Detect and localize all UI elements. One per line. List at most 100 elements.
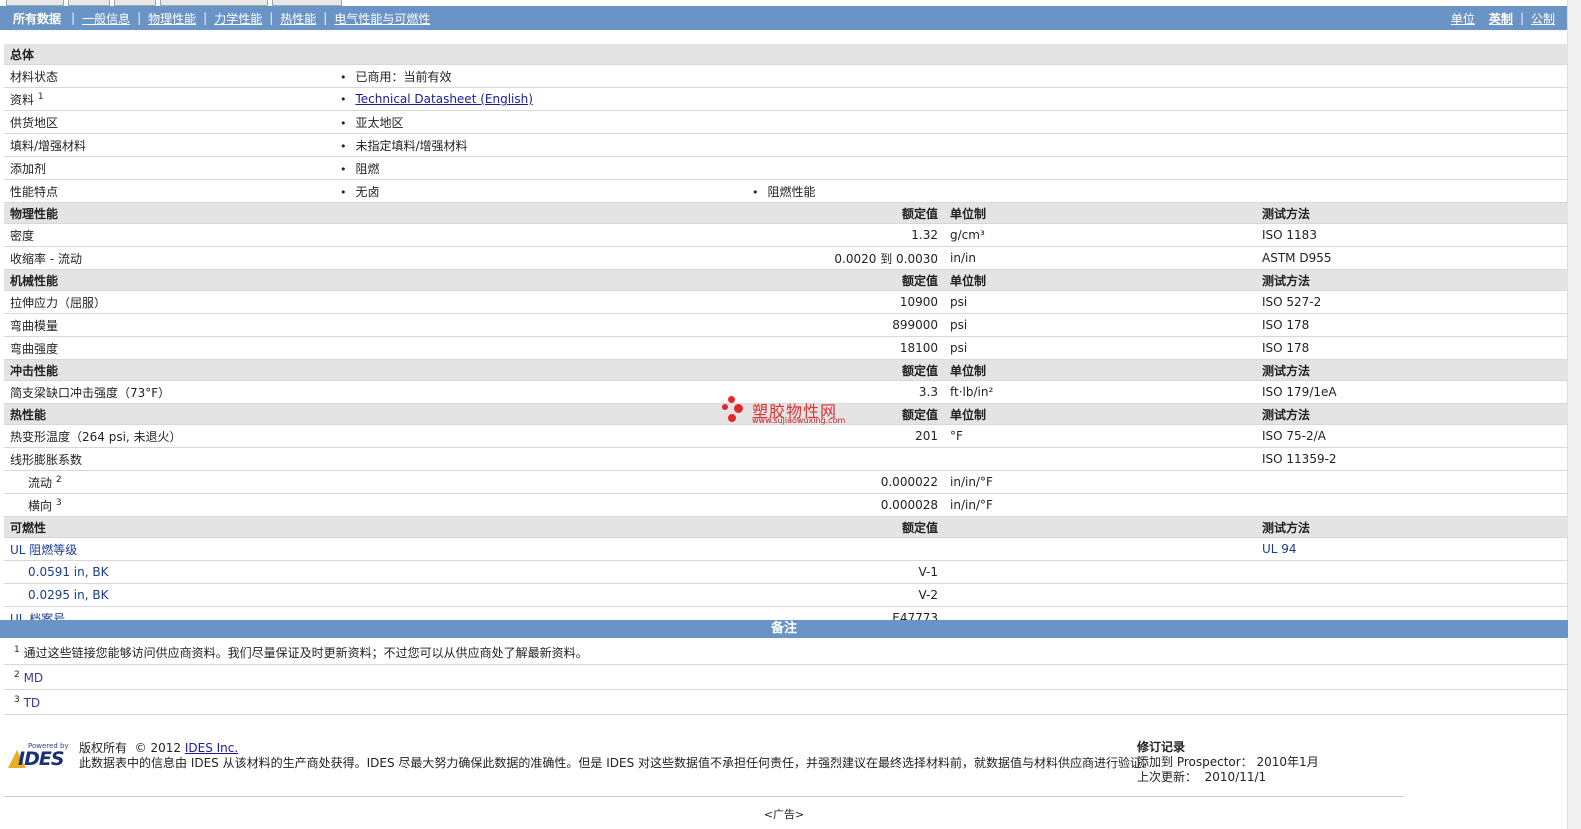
footnote-ref: 3 bbox=[55, 497, 62, 508]
property-unit bbox=[944, 447, 1256, 471]
section-title: 总体 bbox=[4, 44, 1568, 65]
ides-inc-link[interactable]: IDES Inc. bbox=[185, 741, 238, 755]
property-label: 线形膨胀系数 bbox=[4, 447, 334, 471]
property-unit: g/cm³ bbox=[944, 223, 1256, 247]
property-value: V-1 bbox=[746, 560, 944, 584]
revision-added-value: 2010年1月 bbox=[1256, 755, 1319, 769]
footnote-number: 1 bbox=[14, 644, 20, 655]
watermark-dot-icon bbox=[722, 404, 728, 410]
property-label: 资料 bbox=[10, 92, 35, 107]
bullet bbox=[340, 92, 356, 106]
nav-tab-mechanical[interactable]: 力学性能 bbox=[207, 10, 269, 27]
copyright-label: 版权所有 bbox=[79, 741, 128, 755]
property-value: 无卤 bbox=[340, 185, 380, 199]
property-value: 亚太地区 bbox=[340, 116, 404, 130]
table-row: UL 阻燃等级 UL 94 bbox=[4, 537, 1568, 561]
table-row: 拉伸应力（屈服） 10900 psi ISO 527-2 bbox=[4, 290, 1568, 314]
header-rated: 额定值 bbox=[746, 359, 944, 381]
table-row: 密度 1.32 g/cm³ ISO 1183 bbox=[4, 223, 1568, 247]
property-value: 0.0020 到 0.0030 bbox=[746, 246, 944, 270]
nav-separator: | bbox=[1519, 11, 1524, 25]
unit-label: 单位 bbox=[1450, 11, 1475, 26]
property-value: 0.000028 bbox=[746, 493, 944, 517]
property-unit: psi bbox=[944, 290, 1256, 314]
nav-tab-electrical[interactable]: 电气性能与可燃性 bbox=[327, 10, 437, 27]
vertical-scrollbar[interactable] bbox=[1567, 0, 1581, 829]
footer: Powered by IDES 版权所有 © 2012 IDES Inc. 此数… bbox=[4, 738, 1404, 797]
note-text: TD bbox=[23, 695, 41, 710]
property-unit: psi bbox=[944, 336, 1256, 360]
section-title: 可燃性 bbox=[4, 516, 334, 538]
disclaimer-text: 此数据表中的信息由 IDES 从该材料的生产商处获得。IDES 尽最大努力确保此… bbox=[79, 756, 1155, 770]
property-label: 拉伸应力（屈服） bbox=[4, 290, 334, 314]
property-value: 阻燃 bbox=[340, 162, 380, 176]
category-nav: 所有数据 | 一般信息 | 物理性能 | 力学性能 | 热性能 | 电气性能与可… bbox=[0, 6, 1568, 30]
header-unit: 单位制 bbox=[944, 269, 1256, 291]
ides-logo: Powered by IDES bbox=[8, 742, 70, 770]
property-label: UL 阻燃等级 bbox=[4, 537, 334, 561]
property-label: 弯曲模量 bbox=[4, 313, 334, 337]
nav-separator: | bbox=[203, 11, 208, 25]
section-header-flammability: 可燃性 额定值 测试方法 bbox=[4, 516, 1568, 538]
property-value: 0.000022 bbox=[746, 470, 944, 494]
test-method: UL 94 bbox=[1256, 537, 1568, 561]
table-row: 0.0591 in, BK V-1 bbox=[4, 560, 1568, 584]
table-row: 填料/增强材料 未指定填料/增强材料 bbox=[4, 133, 1568, 157]
footnote-number: 2 bbox=[14, 669, 20, 680]
table-row: 线形膨胀系数 ISO 11359-2 bbox=[4, 447, 1568, 471]
watermark-dot-icon bbox=[734, 404, 743, 413]
technical-datasheet-link[interactable]: Technical Datasheet (English) bbox=[356, 92, 533, 106]
section-header-physical: 物理性能 额定值 单位制 测试方法 bbox=[4, 202, 1568, 224]
header-unit: 单位制 bbox=[944, 359, 1256, 381]
table-row: 流动 2 0.000022 in/in/°F bbox=[4, 470, 1568, 494]
header-unit: 单位制 bbox=[944, 202, 1256, 224]
note-text: 通过这些链接您能够访问供应商资料。我们尽量保证及时更新资料；不过您可以从供应商处… bbox=[23, 645, 588, 660]
header-rated: 额定值 bbox=[746, 202, 944, 224]
test-method: ISO 178 bbox=[1256, 336, 1568, 360]
header-method: 测试方法 bbox=[1256, 403, 1568, 425]
property-unit: °F bbox=[944, 424, 1256, 448]
table-row: 收缩率 - 流动 0.0020 到 0.0030 in/in ASTM D955 bbox=[4, 246, 1568, 270]
property-label: 0.0591 in, BK bbox=[4, 560, 334, 584]
list-item: 2 MD bbox=[4, 664, 1568, 690]
table-row: 弯曲模量 899000 psi ISO 178 bbox=[4, 313, 1568, 337]
section-header-impact: 冲击性能 额定值 单位制 测试方法 bbox=[4, 359, 1568, 381]
unit-imperial-active: 英制 bbox=[1488, 11, 1513, 26]
property-value: V-2 bbox=[746, 583, 944, 607]
property-value: 899000 bbox=[746, 313, 944, 337]
nav-current-all-data: 所有数据 bbox=[13, 11, 62, 26]
property-value: 阻燃性能 bbox=[752, 185, 816, 199]
table-row: 供货地区 亚太地区 bbox=[4, 110, 1568, 134]
copyright-year: © 2012 bbox=[134, 741, 182, 755]
logo-wordmark: IDES bbox=[18, 748, 65, 770]
header-rated: 额定值 bbox=[746, 269, 944, 291]
table-row: 弯曲强度 18100 psi ISO 178 bbox=[4, 336, 1568, 360]
nav-tab-thermal[interactable]: 热性能 bbox=[273, 10, 323, 27]
test-method: ISO 1183 bbox=[1256, 223, 1568, 247]
property-label: 密度 bbox=[4, 223, 334, 247]
property-value: 已商用：当前有效 bbox=[340, 70, 452, 84]
property-unit: in/in bbox=[944, 246, 1256, 270]
nav-tab-general[interactable]: 一般信息 bbox=[75, 10, 137, 27]
section-header-general: 总体 bbox=[4, 44, 1568, 65]
revision-updated-label: 上次更新： bbox=[1137, 770, 1198, 784]
property-unit: psi bbox=[944, 313, 1256, 337]
property-unit: in/in/°F bbox=[944, 493, 1256, 517]
property-label: 简支梁缺口冲击强度（73°F） bbox=[4, 380, 334, 404]
unit-metric-link[interactable]: 公制 bbox=[1524, 10, 1562, 27]
table-row: 热变形温度（264 psi, 未退火） 201 °F ISO 75-2/A bbox=[4, 424, 1568, 448]
property-value: 18100 bbox=[746, 336, 944, 360]
section-title: 热性能 bbox=[4, 403, 334, 425]
test-method: ASTM D955 bbox=[1256, 246, 1568, 270]
property-value bbox=[746, 537, 944, 561]
table-row: 横向 3 0.000028 in/in/°F bbox=[4, 493, 1568, 517]
property-label: 弯曲强度 bbox=[4, 336, 334, 360]
notes-table: 1 通过这些链接您能够访问供应商资料。我们尽量保证及时更新资料；不过您可以从供应… bbox=[4, 640, 1568, 715]
revision-history: 修订记录 添加到 Prospector： 2010年1月 上次更新： 2010/… bbox=[1137, 740, 1319, 785]
nav-tab-physical[interactable]: 物理性能 bbox=[141, 10, 203, 27]
table-row: 添加剂 阻燃 bbox=[4, 156, 1568, 180]
unit-switcher: 单位 英制 | 公制 bbox=[1444, 10, 1568, 27]
property-label: 材料状态 bbox=[4, 64, 334, 88]
revision-updated-value: 2010/11/1 bbox=[1204, 770, 1267, 784]
footnote-number: 3 bbox=[14, 694, 20, 705]
